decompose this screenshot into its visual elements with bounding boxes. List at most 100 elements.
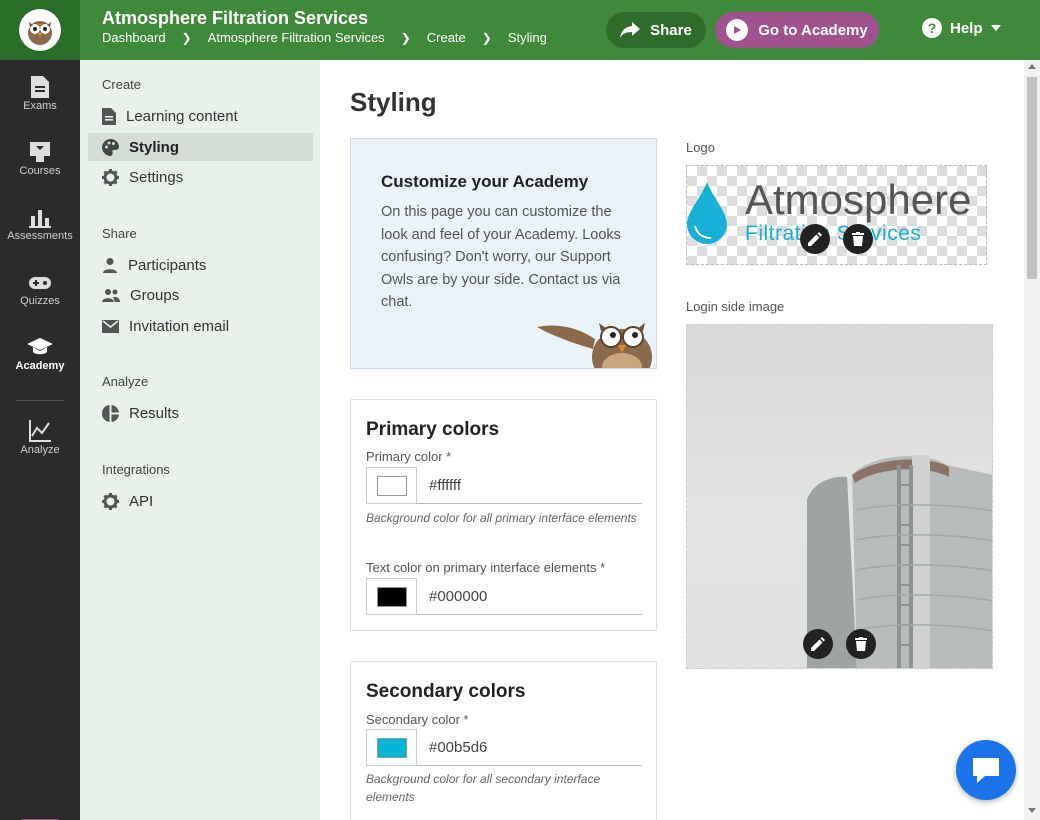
sidebar-item-label: Results [129, 404, 180, 422]
gear-icon [102, 168, 119, 186]
logo-preview[interactable]: Atmosphere Filtration Services [686, 165, 987, 265]
sidebar-item-label: Learning content [126, 107, 238, 125]
owl-logo-icon [19, 9, 61, 51]
secondary-colors-title: Secondary colors [366, 681, 526, 702]
sidebar-item-label: Participants [128, 256, 207, 274]
rail-item-exams[interactable]: Exams [0, 76, 80, 136]
graduation-cap-icon [27, 338, 53, 355]
line-chart-icon [29, 420, 51, 442]
login-image-label: Login side image [686, 299, 785, 314]
share-button[interactable]: Share [606, 12, 706, 48]
rail-label: Academy [15, 360, 65, 372]
primary-color-swatch [376, 475, 407, 496]
info-card-title: Customize your Academy [381, 172, 589, 191]
group-icon [102, 289, 120, 302]
secondary-colors-card: Secondary colors Secondary color * #00b5… [350, 661, 657, 820]
rail-label: Exams [23, 100, 57, 112]
rail-label: Analyze [20, 444, 60, 456]
sidebar-item-results[interactable]: Results [88, 399, 313, 427]
primary-color-swatch-button[interactable] [366, 467, 417, 504]
page-scrollbar[interactable] [1024, 60, 1040, 820]
breadcrumb: Dashboard ❯ Atmosphere Filtration Servic… [102, 30, 547, 45]
bar-chart-icon [29, 210, 51, 228]
help-icon: ? [922, 18, 942, 38]
mail-icon [102, 319, 119, 333]
logo-wordmark: Atmosphere [745, 176, 972, 223]
login-side-image-preview[interactable] [686, 324, 993, 669]
chat-button[interactable] [956, 740, 1016, 800]
palette-icon [102, 138, 119, 156]
play-icon [726, 19, 749, 41]
text-color-value[interactable]: #000000 [429, 588, 487, 605]
primary-colors-card: Primary colors Primary color * #ffffff B… [350, 399, 657, 631]
trash-icon [855, 637, 867, 651]
primary-rail: Exams Courses Assessments Quizzes Academ… [0, 60, 80, 820]
share-label: Share [650, 21, 692, 39]
secondary-sidebar: Create Learning content Styling Settings… [80, 60, 320, 820]
secondary-color-swatch-button[interactable] [366, 729, 417, 766]
secondary-color-value[interactable]: #00b5d6 [429, 739, 487, 756]
sidebar-item-styling[interactable]: Styling [88, 133, 313, 161]
person-icon [103, 258, 117, 273]
edit-logo-button[interactable] [800, 224, 830, 254]
rail-divider [16, 400, 64, 401]
support-owl-illustration [537, 323, 652, 368]
app-logo[interactable] [0, 0, 80, 60]
rail-item-academy[interactable]: Academy [0, 336, 80, 396]
delete-login-image-button[interactable] [846, 629, 876, 659]
text-color-field[interactable]: #000000 [366, 578, 642, 615]
sidebar-heading-analyze: Analyze [102, 374, 149, 389]
rail-item-analyze[interactable]: Analyze [0, 420, 80, 480]
rail-label: Assessments [7, 230, 73, 242]
caret-down-icon [990, 25, 1001, 31]
chat-bubble-icon [973, 758, 999, 783]
primary-color-label: Primary color * [366, 449, 452, 464]
primary-color-hint: Background color for all primary interfa… [366, 511, 637, 525]
go-to-academy-button[interactable]: Go to Academy [715, 12, 879, 48]
rail-item-courses[interactable]: Courses [0, 141, 80, 201]
breadcrumb-academy[interactable]: Atmosphere Filtration Services [208, 30, 385, 45]
scroll-down-arrow-icon[interactable] [1028, 808, 1036, 813]
sidebar-item-groups[interactable]: Groups [88, 281, 313, 309]
scroll-up-arrow-icon[interactable] [1028, 64, 1036, 69]
text-color-swatch [376, 586, 407, 607]
sidebar-item-label: Styling [129, 138, 180, 156]
rail-item-quizzes[interactable]: Quizzes [0, 271, 80, 331]
academy-label: Go to Academy [758, 21, 868, 39]
delete-logo-button[interactable] [843, 224, 873, 254]
text-color-swatch-button[interactable] [366, 578, 417, 615]
primary-color-value[interactable]: #ffffff [429, 477, 461, 494]
pie-chart-icon [102, 404, 119, 422]
info-card: Customize your Academy On this page you … [350, 138, 657, 369]
silo-photo [807, 455, 992, 668]
rail-label: Quizzes [20, 295, 60, 307]
chevron-right-icon: ❯ [481, 30, 492, 45]
sidebar-item-api[interactable]: API [88, 487, 313, 515]
page-title: Styling [350, 87, 437, 117]
logo-label: Logo [686, 140, 715, 155]
water-drop-icon [687, 182, 727, 244]
help-menu[interactable]: ? Help [922, 18, 1001, 38]
top-header: Atmosphere Filtration Services Dashboard… [0, 0, 1040, 60]
pencil-icon [808, 232, 822, 246]
document-icon [31, 76, 49, 98]
sidebar-item-settings[interactable]: Settings [88, 163, 313, 191]
rail-item-assessments[interactable]: Assessments [0, 206, 80, 266]
secondary-color-label: Secondary color * [366, 712, 469, 727]
share-arrow-icon [620, 22, 641, 38]
edit-login-image-button[interactable] [803, 629, 833, 659]
secondary-color-field[interactable]: #00b5d6 [366, 729, 642, 766]
breadcrumb-create[interactable]: Create [427, 30, 466, 45]
text-color-label: Text color on primary interface elements… [366, 560, 606, 575]
breadcrumb-dashboard[interactable]: Dashboard [102, 30, 166, 45]
chevron-right-icon: ❯ [181, 30, 192, 45]
courses-icon [30, 142, 50, 162]
primary-color-field[interactable]: #ffffff [366, 467, 642, 504]
scrollbar-thumb[interactable] [1027, 77, 1037, 279]
sidebar-item-learning-content[interactable]: Learning content [88, 102, 313, 130]
chevron-right-icon: ❯ [400, 30, 411, 45]
sidebar-item-invitation-email[interactable]: Invitation email [88, 312, 313, 340]
sidebar-item-label: Settings [129, 168, 184, 186]
main-content: Styling Customize your Academy On this p… [320, 60, 1024, 820]
sidebar-item-participants[interactable]: Participants [88, 251, 313, 279]
